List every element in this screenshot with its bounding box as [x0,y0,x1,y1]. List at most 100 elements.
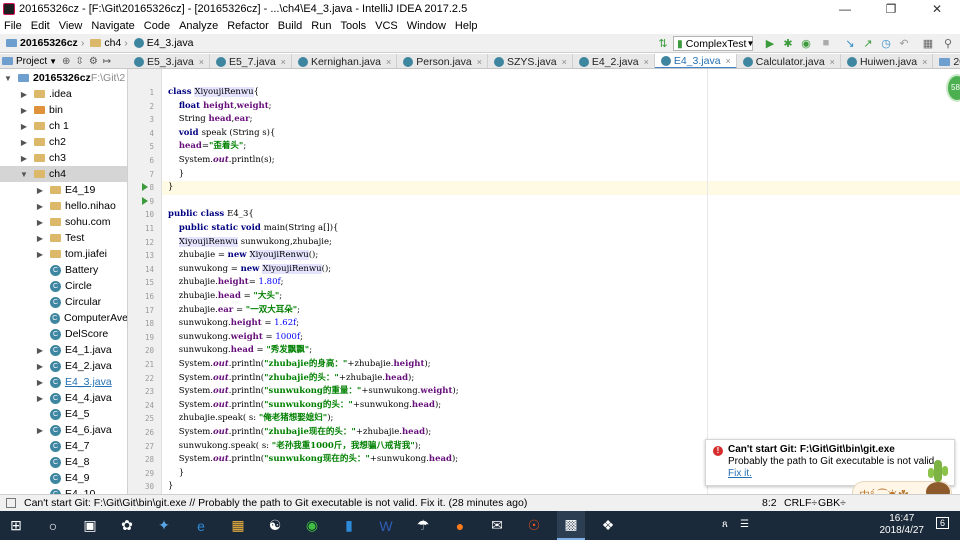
menu-tools[interactable]: Tools [340,20,366,32]
code-line[interactable]: sunwukong.speak( s: "老孙我重1000斤，我想骗八戒背我")… [168,440,421,454]
app-icon-3[interactable]: ▮ [335,511,363,540]
run-class-gutter-icon[interactable] [142,183,148,191]
close-tab-icon[interactable]: × [281,57,286,67]
hide-icon[interactable]: ↦ [103,56,111,67]
intellij-taskbar-icon[interactable]: ▩ [557,511,585,540]
tree-item[interactable]: C E4_8 [0,454,127,470]
chevron-down-icon[interactable]: ▼ [49,57,57,66]
menu-window[interactable]: Window [407,20,446,32]
tree-item[interactable]: ▶ tom.jiafei [0,246,127,262]
editor-tab[interactable]: Person.java × [397,54,488,68]
code-line[interactable]: System.out.println("sunwukong现在的头："+sunw… [168,453,458,467]
code-line[interactable]: zhubajie.head = "大头"; [168,290,282,304]
menu-analyze[interactable]: Analyze [179,20,218,32]
editor-tab[interactable]: E4_2.java × [573,54,655,68]
code-line[interactable]: System.out.println("zhubajie现在的头："+zhuba… [168,426,431,440]
tree-item[interactable]: C E4_10 [0,486,127,494]
tree-item[interactable]: C ComputerAve [0,310,127,326]
menu-file[interactable]: File [4,20,22,32]
editor-tab[interactable]: E5_7.java × [210,54,292,68]
collapsed-arrow-icon[interactable]: ▶ [36,346,44,355]
edge-browser-icon[interactable]: e [187,511,215,540]
project-structure-icon[interactable]: ▦ [922,37,934,50]
code-line[interactable]: sunwukong.height = 1.62f; [168,317,299,331]
run-icon[interactable]: ▶ [764,37,776,50]
tree-item[interactable]: ▶ E4_19 [0,182,127,198]
code-line[interactable]: System.out.println("zhubajie的头："+zhubaji… [168,372,414,386]
code-line[interactable]: } [168,467,184,481]
breadcrumb-folder[interactable]: ch4 › [90,37,130,49]
code-line[interactable]: zhubajie.height= 1.80f; [168,276,284,290]
close-tab-icon[interactable]: × [562,57,567,67]
collapsed-arrow-icon[interactable]: ▶ [20,106,28,115]
menu-build[interactable]: Build [278,20,302,32]
run-main-gutter-icon[interactable] [142,197,148,205]
tree-item[interactable]: C DelScore [0,326,127,342]
code-line[interactable]: zhubajie = new XiyoujiRenwu(); [168,249,318,263]
breadcrumb-project[interactable]: 20165326cz › [6,37,87,49]
cortana-icon[interactable]: ○ [39,511,67,540]
collapsed-arrow-icon[interactable]: ▶ [36,426,44,435]
editor-tab[interactable]: 20165326cz.iml× [933,54,960,68]
code-line[interactable]: public class E4_3{ [168,208,254,222]
tree-item[interactable]: ▶ C E4_2.java [0,358,127,374]
status-message[interactable]: Can't start Git: F:\Git\Git\bin\git.exe … [24,497,527,509]
editor-tab[interactable]: E5_3.java × [128,54,210,68]
tree-item[interactable]: C Circle [0,278,127,294]
stop-icon[interactable]: ■ [820,37,832,49]
target-icon[interactable]: ⊕ [62,56,70,67]
collapsed-arrow-icon[interactable]: ▶ [36,186,44,195]
expanded-arrow-icon[interactable]: ▼ [20,170,28,179]
close-tab-icon[interactable]: × [922,57,927,67]
collapsed-arrow-icon[interactable]: ▶ [36,234,44,243]
collapsed-arrow-icon[interactable]: ▶ [20,90,28,99]
code-line[interactable]: sunwukong.weight = 1000f; [168,331,303,345]
tree-item[interactable]: ▶ C E4_6.java [0,422,127,438]
ubuntu-icon[interactable]: ☉ [520,511,548,540]
wechat-icon[interactable]: ◉ [298,511,326,540]
menu-code[interactable]: Code [144,20,170,32]
code-line[interactable]: System.out.println("sunwukong的重量："+sunwu… [168,385,459,399]
code-line[interactable]: System.out.println(s); [168,154,275,168]
collapsed-arrow-icon[interactable]: ▶ [36,250,44,259]
task-view-icon[interactable]: ▣ [76,511,104,540]
code-line[interactable]: } [168,181,173,195]
menu-edit[interactable]: Edit [31,20,50,32]
search-everywhere-icon[interactable]: ⚲ [942,37,954,50]
menu-help[interactable]: Help [455,20,478,32]
run-configuration-select[interactable]: ▮ ComplexTest ▼ [673,36,754,51]
collapsed-arrow-icon[interactable]: ▶ [36,394,44,403]
tree-item[interactable]: ▶ sohu.com [0,214,127,230]
maximize-button[interactable]: ❐ [868,0,914,18]
word-icon[interactable]: W [372,511,400,540]
tree-item[interactable]: ▶ hello.nihao [0,198,127,214]
code-line[interactable]: void speak (String s){ [168,127,276,141]
tray-network-icon[interactable]: ☰ [740,519,749,530]
tree-item[interactable]: ▶ bin [0,102,127,118]
app-icon-2[interactable]: ☯ [261,511,289,540]
close-button[interactable]: ✕ [914,0,960,18]
code-line[interactable]: } [168,168,184,182]
store-icon[interactable]: ▦ [224,511,252,540]
tree-item[interactable]: ▶ ch 1 [0,118,127,134]
close-tab-icon[interactable]: × [477,57,482,67]
line-separator[interactable]: CRLF÷ [784,497,817,509]
mail-icon[interactable]: ✦ [150,511,178,540]
tray-people-icon[interactable]: ጸ [722,519,728,530]
gear-icon[interactable]: ⚙ [89,56,98,67]
tree-item[interactable]: C E4_9 [0,470,127,486]
tree-item[interactable]: ▶ C E4_1.java [0,342,127,358]
code-line[interactable]: String head,ear; [168,113,253,127]
editor-tab[interactable]: Huiwen.java × [841,54,934,68]
minimize-button[interactable]: — [822,0,868,18]
editor-tab[interactable]: Kernighan.java × [292,54,398,68]
revert-icon[interactable]: ↶ [898,37,910,50]
windows-start-icon[interactable]: ⊞ [2,511,30,540]
code-line[interactable]: XiyoujiRenwu sunwukong,zhubajie; [168,236,332,250]
code-line[interactable]: System.out.println("zhubajie的身高："+zhubaj… [168,358,431,372]
tree-item[interactable]: ▶ ch3 [0,150,127,166]
tree-item[interactable]: ▶ .idea [0,86,127,102]
editor-tab[interactable]: SZYS.java × [488,54,573,68]
coverage-icon[interactable]: ◉ [800,37,812,50]
close-tab-icon[interactable]: × [830,57,835,67]
